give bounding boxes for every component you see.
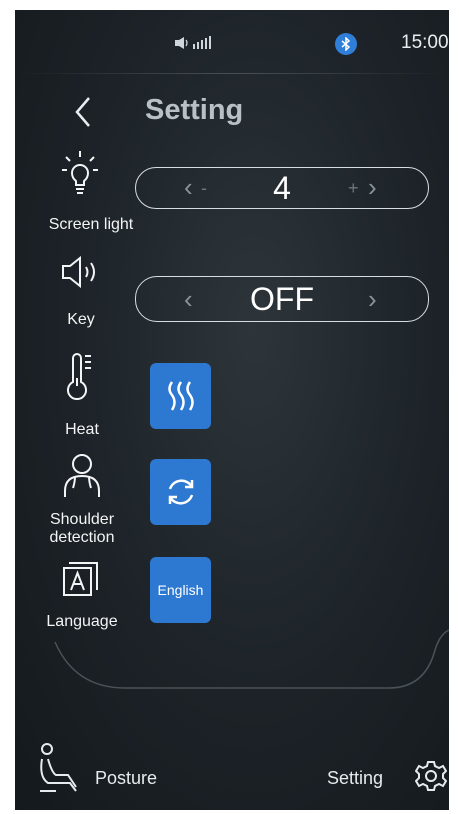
increase-arrow-icon[interactable]: › — [368, 173, 377, 201]
heat-toggle-button[interactable] — [150, 363, 211, 429]
posture-tab-label[interactable]: Posture — [95, 768, 157, 789]
key-stepper[interactable]: ‹ OFF › — [135, 276, 429, 322]
heat-label: Heat — [65, 421, 99, 438]
bulb-icon — [62, 151, 98, 194]
clock: 15:00 — [401, 32, 449, 53]
shoulder-detection-label: Shoulder detection — [49, 511, 115, 546]
back-chevron-icon[interactable] — [72, 94, 94, 130]
screen-light-stepper[interactable]: ‹ - 4 + › — [135, 167, 429, 209]
setting-tab-label[interactable]: Setting — [327, 768, 383, 789]
app-screen: 15:00 Setting Screen light ‹ - 4 + › Key… — [15, 10, 449, 810]
page-title: Setting — [145, 94, 244, 126]
person-icon — [64, 454, 100, 497]
screen-light-label: Screen light — [48, 216, 134, 233]
key-next-arrow-icon[interactable]: › — [368, 285, 377, 313]
thermometer-icon — [67, 353, 91, 400]
key-label: Key — [67, 311, 95, 328]
posture-icon[interactable] — [38, 743, 82, 795]
key-value: OFF — [250, 281, 314, 317]
refresh-icon — [168, 479, 193, 505]
language-button-label: English — [157, 582, 204, 598]
decorative-curve — [54, 629, 449, 689]
language-button[interactable]: English — [150, 557, 211, 623]
heat-waves-icon — [167, 381, 194, 411]
status-bar: 15:00 — [15, 10, 449, 74]
plus-sign: + — [348, 178, 359, 198]
shoulder-detection-button[interactable] — [150, 459, 211, 525]
screen-light-value: 4 — [273, 170, 291, 206]
bluetooth-icon — [335, 33, 357, 55]
language-icon — [63, 562, 98, 596]
gear-icon[interactable] — [415, 760, 447, 792]
signal-icon — [175, 36, 211, 49]
speaker-icon — [62, 256, 95, 288]
status-divider — [15, 73, 449, 74]
